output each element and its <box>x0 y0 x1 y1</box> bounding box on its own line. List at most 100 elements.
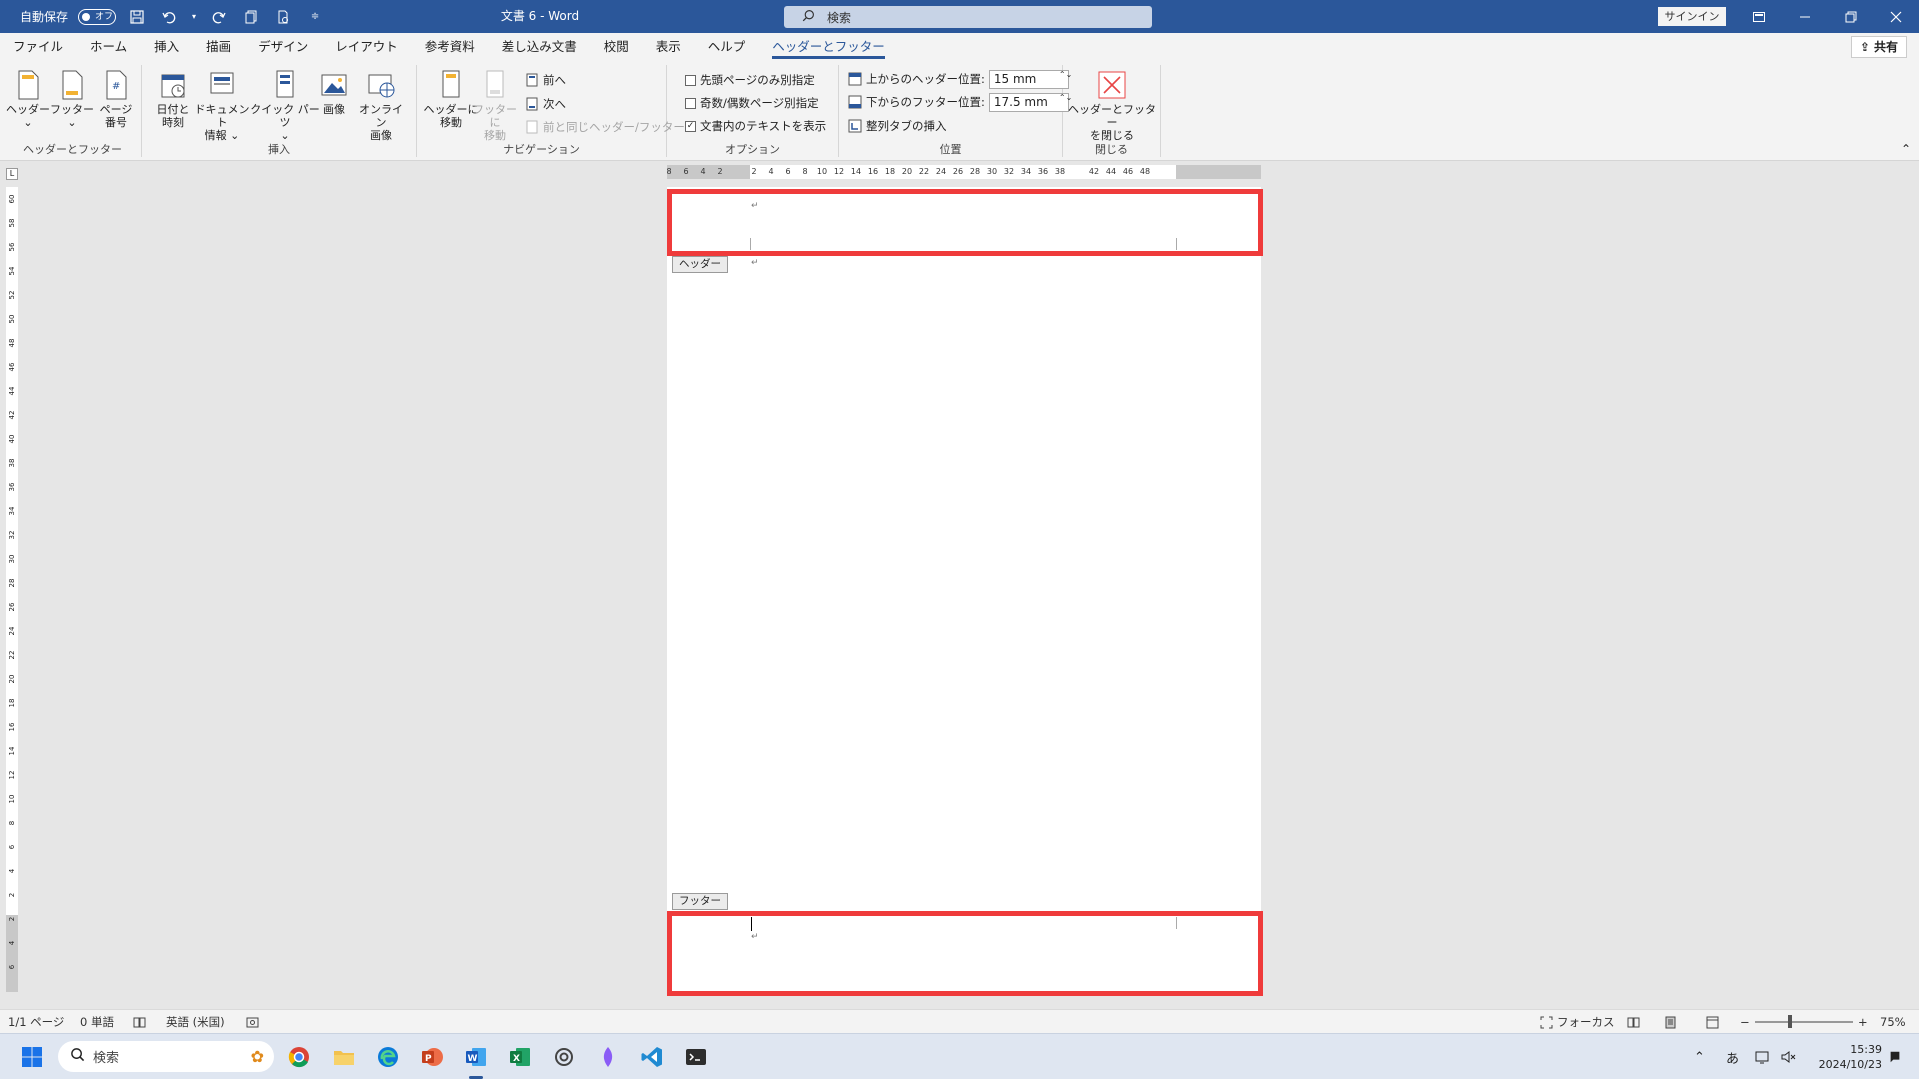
ruler-number: 22 <box>8 650 16 660</box>
excel-icon[interactable]: X <box>505 1042 535 1072</box>
tab-references[interactable]: 参考資料 <box>425 33 475 61</box>
group-position: 上からのヘッダー位置: 15 mm 下からのフッター位置: 17.5 mm 整列… <box>839 65 1069 157</box>
online-image-button[interactable]: オンライン 画像 <box>356 69 406 142</box>
word-icon[interactable]: W <box>461 1042 491 1072</box>
tab-header-footer[interactable]: ヘッダーとフッター <box>772 33 885 61</box>
ruler-number: 34 <box>1020 167 1032 176</box>
goto-footer-icon <box>486 70 504 98</box>
taskbar-search[interactable]: 検索 ✿ <box>58 1041 274 1072</box>
goto-footer-button[interactable]: フッターに 移動 <box>471 69 519 142</box>
customize-toolbar-icon[interactable]: ≑ <box>304 6 326 28</box>
tab-help[interactable]: ヘルプ <box>708 33 746 61</box>
group-label: オプション <box>725 143 780 156</box>
collapse-ribbon-icon[interactable]: ⌃ <box>1901 142 1911 156</box>
zoom-level[interactable]: 75% <box>1880 1010 1906 1034</box>
autosave-toggle[interactable]: オフ <box>78 8 117 25</box>
page-number-button[interactable]: # ページ 番号 <box>94 69 138 129</box>
group-label: 挿入 <box>268 143 290 156</box>
page-count[interactable]: 1/1 ページ <box>8 1010 64 1034</box>
ruler-number: 36 <box>1037 167 1049 176</box>
system-clock[interactable]: 15:39 2024/10/23 <box>1810 1042 1882 1072</box>
web-layout-icon[interactable] <box>1706 1010 1719 1034</box>
image-button[interactable]: 画像 <box>314 69 354 116</box>
tab-file[interactable]: ファイル <box>13 33 63 61</box>
insert-align-tab-button[interactable]: 整列タブの挿入 <box>848 116 947 136</box>
group-options: 先頭ページのみ別指定 奇数/偶数ページ別指定 ✓ 文書内のテキストを表示 オプシ… <box>667 65 839 157</box>
restore-icon[interactable] <box>1828 0 1874 33</box>
vscode-icon[interactable] <box>637 1042 667 1072</box>
undo-icon[interactable] <box>158 6 180 28</box>
terminal-icon[interactable] <box>681 1042 711 1072</box>
read-mode-icon[interactable] <box>1627 1010 1640 1034</box>
save-icon[interactable] <box>126 6 148 28</box>
language-indicator[interactable]: 英語 (米国) <box>166 1010 225 1034</box>
notification-icon[interactable] <box>1888 1034 1902 1079</box>
tab-design[interactable]: デザイン <box>258 33 308 61</box>
search-box[interactable]: 検索 <box>784 6 1152 28</box>
chevron-down-icon[interactable]: ▾ <box>190 6 198 28</box>
print-preview-icon[interactable] <box>272 6 294 28</box>
ribbon-display-icon[interactable] <box>1736 0 1782 33</box>
zoom-in-button[interactable]: + <box>1858 1010 1868 1034</box>
footer-position-input[interactable]: 17.5 mm <box>988 92 1069 112</box>
group-navigation: ヘッダーに 移動 フッターに 移動 前へ 次へ 前と同じヘッダー/フッター ナビゲー… <box>417 65 685 157</box>
tab-mailings[interactable]: 差し込み文書 <box>502 33 577 61</box>
footer-icon <box>62 70 83 100</box>
quick-access-toolbar: 自動保存 オフ ▾ ≑ <box>20 0 326 33</box>
ruler-number: 48 <box>8 338 16 348</box>
focus-button[interactable]: フォーカス <box>1540 1010 1615 1034</box>
header-position-input[interactable]: 15 mm <box>988 69 1069 89</box>
date-time-button[interactable]: 日付と 時刻 <box>150 69 196 129</box>
tab-home[interactable]: ホーム <box>90 33 127 61</box>
copilot-icon[interactable] <box>593 1042 623 1072</box>
link-to-previous-button[interactable]: 前と同じヘッダー/フッター <box>525 117 685 137</box>
header-button[interactable]: ヘッダー ⌄ <box>6 69 50 129</box>
show-text-checkbox[interactable]: ✓ 文書内のテキストを表示 <box>685 116 826 136</box>
zoom-slider[interactable] <box>1755 1021 1853 1023</box>
volume-muted-icon[interactable] <box>1780 1034 1796 1079</box>
chatgpt-icon[interactable] <box>549 1042 579 1072</box>
quick-parts-button[interactable]: クイック パーツ ⌄ <box>250 69 320 142</box>
document-page[interactable]: ヘッダー ↵ ↵ フッター ↵ <box>667 187 1261 992</box>
tab-layout[interactable]: レイアウト <box>335 33 398 61</box>
network-icon[interactable] <box>1755 1034 1771 1079</box>
footer-button[interactable]: フッター ⌄ <box>50 69 94 129</box>
accessibility-icon[interactable] <box>246 1010 259 1034</box>
odd-even-checkbox[interactable]: 奇数/偶数ページ別指定 <box>685 93 819 113</box>
edge-icon[interactable] <box>373 1042 403 1072</box>
first-page-checkbox[interactable]: 先頭ページのみ別指定 <box>685 70 815 90</box>
minimize-icon[interactable] <box>1782 0 1828 33</box>
close-header-footer-button[interactable]: ヘッダーとフッター を閉じる <box>1068 69 1156 142</box>
tab-draw[interactable]: 描画 <box>206 33 231 61</box>
windows-start-icon[interactable] <box>17 1042 47 1072</box>
previous-button[interactable]: 前へ <box>525 70 566 90</box>
horizontal-ruler[interactable]: 8 6 4 2 2 4 6 8 10 12 14 16 18 20 22 24 26 28 30 32 34 36 38 42… <box>666 165 1261 179</box>
word-count[interactable]: 0 単語 <box>80 1010 114 1034</box>
powerpoint-icon[interactable]: P <box>417 1042 447 1072</box>
zoom-out-button[interactable]: − <box>1740 1010 1750 1034</box>
chevron-down-icon: ⌄ <box>23 116 33 129</box>
zoom-slider-thumb[interactable] <box>1788 1015 1792 1028</box>
tab-insert[interactable]: 挿入 <box>154 33 179 61</box>
tray-overflow-icon[interactable]: ⌃ <box>1694 1034 1705 1079</box>
proofing-icon[interactable] <box>133 1010 146 1034</box>
tab-view[interactable]: 表示 <box>656 33 681 61</box>
ime-indicator[interactable]: あ <box>1726 1034 1739 1079</box>
chrome-icon[interactable] <box>284 1042 314 1072</box>
tab-review[interactable]: 校閲 <box>604 33 629 61</box>
tab-selector[interactable]: L <box>6 168 18 180</box>
share-button[interactable]: ⇪ 共有 <box>1850 36 1907 58</box>
show-text-label: 文書内のテキストを表示 <box>700 119 827 133</box>
file-explorer-icon[interactable] <box>329 1042 359 1072</box>
next-button[interactable]: 次へ <box>525 94 566 114</box>
close-icon[interactable] <box>1873 0 1919 33</box>
redo-icon[interactable] <box>208 6 230 28</box>
status-bar: 1/1 ページ 0 単語 英語 (米国) フォーカス − + 75% <box>0 1009 1919 1033</box>
ruler-number: 16 <box>867 167 879 176</box>
signin-button[interactable]: サインイン <box>1658 7 1726 26</box>
copy-icon[interactable] <box>240 6 262 28</box>
vertical-ruler[interactable]: 60 58 56 54 52 50 48 46 44 42 40 38 36 34 32 30 28 26 24 22… <box>6 187 18 992</box>
print-layout-icon[interactable] <box>1664 1010 1677 1034</box>
ruler-number: 46 <box>1122 167 1134 176</box>
document-info-button[interactable]: ドキュメント 情報 ⌄ <box>194 69 250 142</box>
